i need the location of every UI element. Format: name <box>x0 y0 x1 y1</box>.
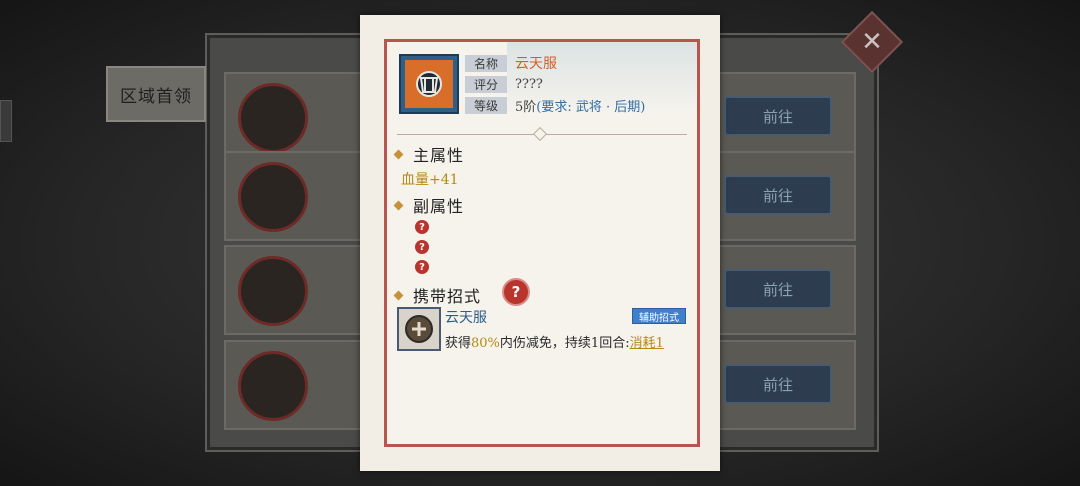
unknown-attr-icon[interactable]: ? <box>415 240 429 254</box>
score-value: ???? <box>515 76 543 92</box>
score-label: 评分 <box>465 75 507 93</box>
armor-icon <box>405 60 453 108</box>
divider-ornament <box>532 126 548 142</box>
skill-title: 携带招式 <box>413 287 482 306</box>
skill-icon[interactable] <box>397 307 441 351</box>
close-icon: ✕ <box>861 27 883 57</box>
level-label: 等级 <box>465 96 507 114</box>
item-name: 云天服 <box>515 56 557 72</box>
skill-desc-prefix: 获得 <box>445 336 472 351</box>
skill-description: 获得80%内伤减免，持续1回合:消耗1 <box>445 332 664 351</box>
help-icon[interactable]: ? <box>502 278 530 306</box>
level-row: 等级 5阶 (要求: 武将 · 后期) <box>465 96 646 115</box>
main-attr-header: 主属性 <box>393 142 465 166</box>
card-frame: 名称 云天服 评分 ???? 等级 5阶 (要求: 武将 · 后期) 主属性 血… <box>384 39 700 447</box>
left-edge-tab[interactable] <box>0 100 12 142</box>
avatar <box>238 256 308 326</box>
score-row: 评分 ???? <box>465 75 543 93</box>
name-label: 名称 <box>465 54 507 72</box>
avatar <box>238 162 308 232</box>
diamond-icon <box>393 290 404 300</box>
skill-desc-mid: 内伤减免，持续1回合: <box>499 336 630 351</box>
level-value: 5阶 <box>515 99 537 115</box>
goto-button[interactable]: 前往 <box>724 364 832 404</box>
skill-cost-link[interactable]: 消耗1 <box>630 336 664 351</box>
assist-skill-badge: 辅助招式 <box>632 308 686 324</box>
item-detail-card: 名称 云天服 评分 ???? 等级 5阶 (要求: 武将 · 后期) 主属性 血… <box>360 15 720 471</box>
goto-button[interactable]: 前往 <box>724 96 832 136</box>
sub-attr-header: 副属性 <box>393 193 465 217</box>
diamond-icon <box>393 149 404 159</box>
diamond-icon <box>393 200 404 210</box>
avatar <box>238 83 308 153</box>
goto-button[interactable]: 前往 <box>724 269 832 309</box>
skill-desc-percent: 80% <box>471 336 500 351</box>
level-requirement: (要求: 武将 · 后期) <box>536 99 646 115</box>
name-row: 名称 云天服 <box>465 54 557 72</box>
main-attr-stat: 血量+41 <box>401 172 459 188</box>
main-attr-title: 主属性 <box>413 146 465 165</box>
skill-name: 云天服 <box>445 310 487 326</box>
unknown-attr-icon[interactable]: ? <box>415 260 429 274</box>
sub-attr-title: 副属性 <box>413 197 465 216</box>
unknown-attr-icon[interactable]: ? <box>415 220 429 234</box>
skill-header: 携带招式 <box>393 283 482 307</box>
tab-region-boss[interactable]: 区域首领 <box>106 66 206 122</box>
goto-button[interactable]: 前往 <box>724 175 832 215</box>
avatar <box>238 351 308 421</box>
item-icon-frame <box>399 54 459 114</box>
